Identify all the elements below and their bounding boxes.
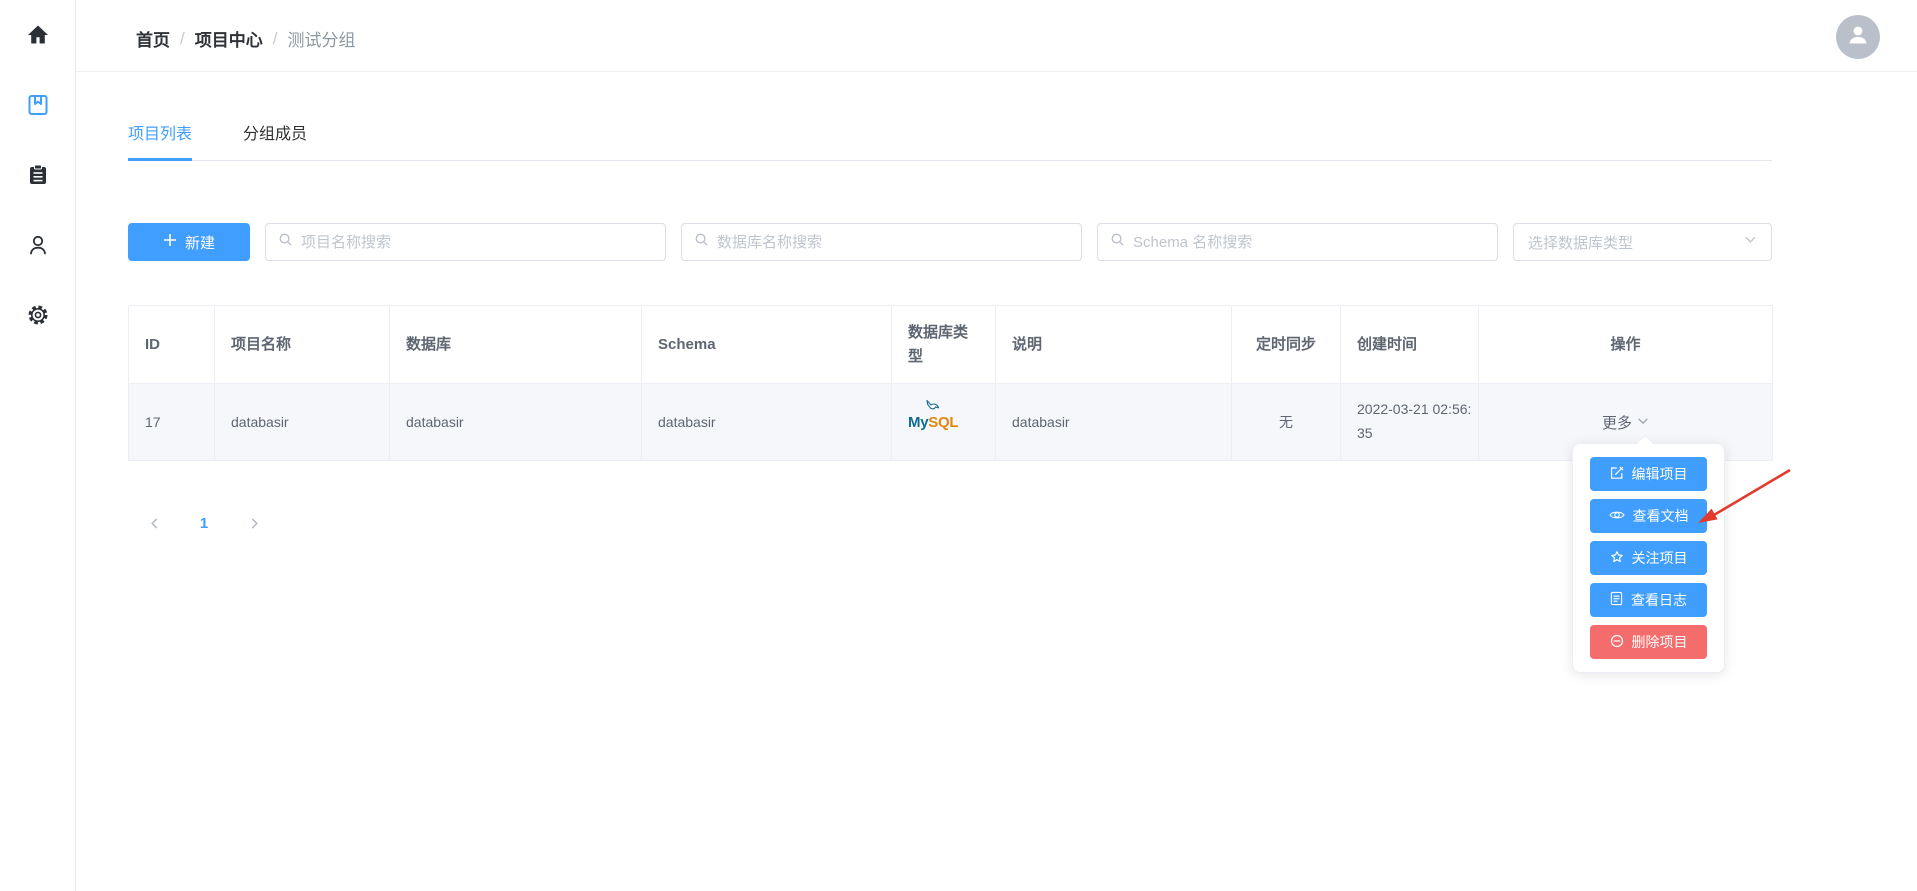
previous-page-button[interactable] (140, 509, 168, 537)
cell-description: databasir (996, 384, 1232, 461)
menu-item-label: 查看日志 (1631, 590, 1687, 610)
user-avatar-icon (1845, 22, 1871, 53)
search-icon (278, 232, 293, 252)
breadcrumb-current: 测试分组 (287, 26, 355, 51)
edit-project-button[interactable]: 编辑项目 (1590, 457, 1707, 491)
column-header-created-at: 创建时间 (1341, 306, 1479, 384)
gear-icon (26, 303, 50, 332)
database-search-box (681, 223, 1082, 261)
plus-icon (163, 233, 177, 251)
cell-db-type: MySQL (892, 384, 996, 461)
eye-icon (1609, 508, 1625, 524)
create-button[interactable]: 新建 (128, 223, 250, 261)
user-icon (26, 233, 50, 262)
column-header-description: 说明 (996, 306, 1232, 384)
project-search-box (265, 223, 666, 261)
home-icon (26, 23, 50, 52)
breadcrumb: 首页 / 项目中心 / 测试分组 (136, 26, 355, 51)
view-document-button[interactable]: 查看文档 (1590, 499, 1707, 533)
tab-group-members[interactable]: 分组成员 (243, 120, 307, 161)
menu-item-label: 删除项目 (1632, 632, 1688, 652)
next-page-button[interactable] (240, 509, 268, 537)
log-icon (1610, 591, 1623, 609)
menu-item-label: 关注项目 (1632, 548, 1688, 568)
menu-item-label: 查看文档 (1633, 506, 1689, 526)
page: 首页 / 项目中心 / 测试分组 项目列表 分组成员 (0, 0, 1917, 891)
tab-project-list[interactable]: 项目列表 (128, 120, 192, 161)
sidebar-item-settings[interactable] (26, 305, 50, 329)
menu-item-label: 编辑项目 (1632, 464, 1688, 484)
sidebar (0, 0, 76, 891)
edit-icon (1610, 466, 1624, 483)
chevron-down-icon (1637, 414, 1649, 431)
cell-sync: 无 (1232, 384, 1341, 461)
book-icon (26, 93, 50, 122)
table-header-row: ID 项目名称 数据库 Schema 数据库类型 说明 定时同步 创建时间 操作 (129, 306, 1773, 384)
row-action-menu: 编辑项目 查看文档 关注项目 (1572, 443, 1725, 673)
breadcrumb-home[interactable]: 首页 (136, 26, 170, 51)
tab-bar: 项目列表 分组成员 (128, 120, 1772, 161)
create-button-label: 新建 (185, 232, 215, 253)
column-header-database: 数据库 (390, 306, 642, 384)
follow-project-button[interactable]: 关注项目 (1590, 541, 1707, 575)
minus-circle-icon (1610, 634, 1624, 651)
projects-table: ID 项目名称 数据库 Schema 数据库类型 说明 定时同步 创建时间 操作… (128, 305, 1773, 461)
project-search-input[interactable] (301, 234, 653, 251)
view-logs-button[interactable]: 查看日志 (1590, 583, 1707, 617)
database-type-select-value: 选择数据库类型 (1528, 232, 1633, 253)
column-header-name: 项目名称 (215, 306, 390, 384)
cell-id: 17 (129, 384, 215, 461)
breadcrumb-project-center[interactable]: 项目中心 (195, 26, 263, 51)
schema-search-box (1097, 223, 1498, 261)
search-icon (1110, 232, 1125, 252)
sidebar-item-home[interactable] (26, 25, 50, 49)
clipboard-icon (26, 163, 50, 192)
cell-schema: databasir (642, 384, 892, 461)
cell-created-at: 2022-03-21 02:56:35 (1341, 384, 1479, 461)
column-header-db-type: 数据库类型 (892, 306, 996, 384)
column-header-id: ID (129, 306, 215, 384)
page-number[interactable]: 1 (190, 509, 218, 537)
column-header-sync: 定时同步 (1232, 306, 1341, 384)
topbar: 首页 / 项目中心 / 测试分组 (76, 0, 1917, 72)
more-actions-trigger[interactable]: 更多 (1602, 412, 1649, 433)
avatar[interactable] (1836, 15, 1880, 59)
mysql-dolphin-icon (923, 399, 945, 419)
column-header-schema: Schema (642, 306, 892, 384)
database-search-input[interactable] (717, 234, 1069, 251)
sidebar-item-logs[interactable] (26, 165, 50, 189)
delete-project-button[interactable]: 删除项目 (1590, 625, 1707, 659)
more-actions-label: 更多 (1602, 412, 1632, 433)
cell-name: databasir (215, 384, 390, 461)
column-header-actions: 操作 (1479, 306, 1773, 384)
schema-search-input[interactable] (1133, 234, 1485, 251)
breadcrumb-separator: / (263, 29, 288, 49)
cell-database: databasir (390, 384, 642, 461)
star-icon (1610, 550, 1624, 567)
breadcrumb-separator: / (170, 29, 195, 49)
pagination: 1 (140, 509, 1772, 537)
table-row: 17 databasir databasir databasir (129, 384, 1773, 461)
database-type-select[interactable]: 选择数据库类型 (1513, 223, 1772, 261)
toolbar: 新建 (128, 223, 1772, 261)
sidebar-item-users[interactable] (26, 235, 50, 259)
search-icon (694, 232, 709, 252)
chevron-down-icon (1744, 233, 1757, 251)
sidebar-item-projects[interactable] (26, 95, 50, 119)
mysql-logo: MySQL (908, 414, 958, 431)
